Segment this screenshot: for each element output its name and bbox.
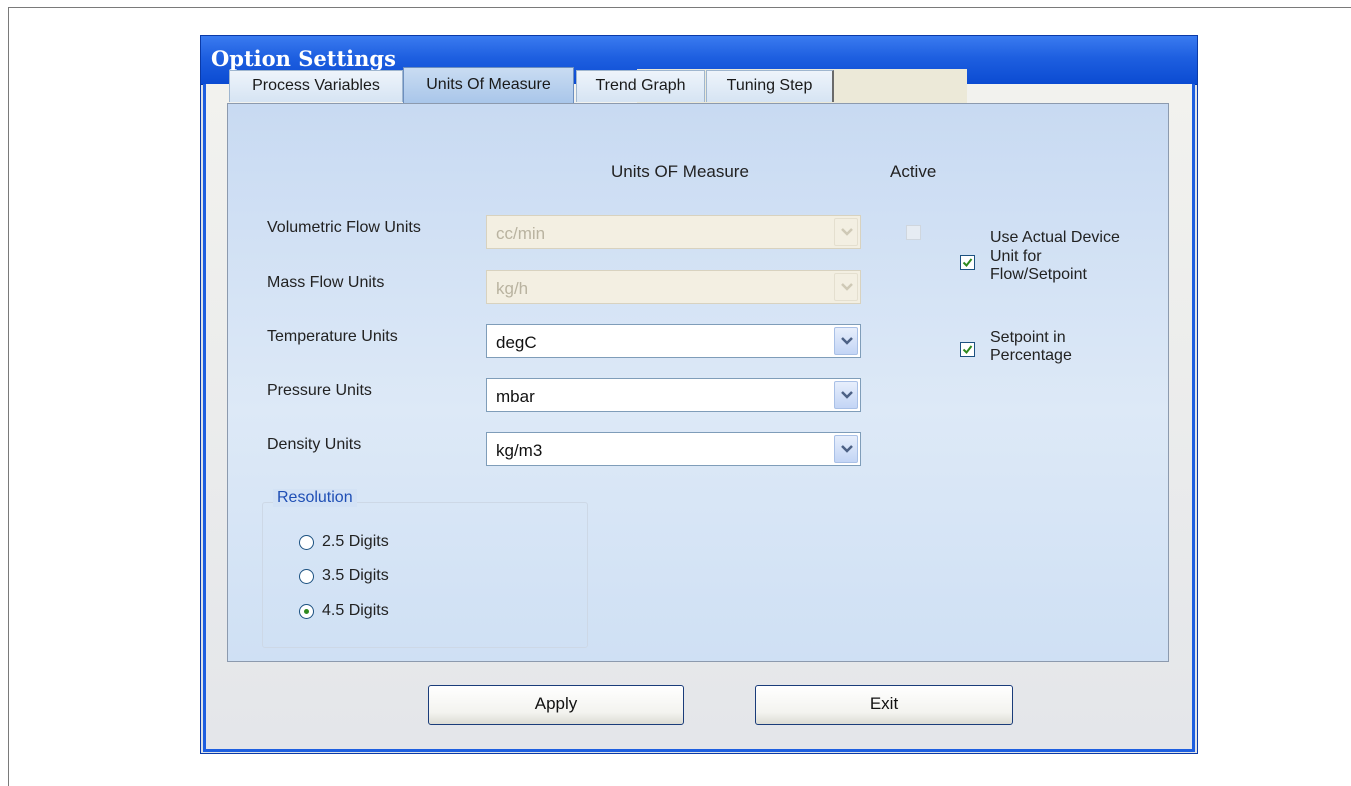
density-units-value: kg/m3 <box>496 441 543 460</box>
exit-button[interactable]: Exit <box>755 685 1013 725</box>
setpoint-in-percentage-checkbox[interactable] <box>960 342 975 357</box>
volumetric-flow-units-value: cc/min <box>496 224 546 243</box>
tab-units-of-measure[interactable]: Units Of Measure <box>403 67 574 103</box>
checkmark-icon <box>962 258 973 268</box>
use-actual-device-unit-label-line3: Flow/Setpoint <box>990 266 1087 283</box>
mass-flow-units-select: kg/h <box>486 270 861 304</box>
chevron-down-icon[interactable] <box>834 435 858 463</box>
temperature-units-label: Temperature Units <box>267 328 398 345</box>
mass-flow-units-value: kg/h <box>496 279 529 298</box>
radio-selected-dot <box>304 609 309 614</box>
use-actual-device-unit-checkbox[interactable] <box>960 255 975 270</box>
resolution-4-5-radio[interactable] <box>299 604 314 619</box>
tab-tuning-step[interactable]: Tuning Step <box>706 70 834 102</box>
setpoint-in-percentage-label-line1: Setpoint in <box>990 329 1066 346</box>
apply-button[interactable]: Apply <box>428 685 684 725</box>
mass-flow-units-label: Mass Flow Units <box>267 274 385 291</box>
temperature-units-value: degC <box>496 333 537 352</box>
units-column-header: Units OF Measure <box>611 162 749 181</box>
temperature-units-select[interactable]: degC <box>486 324 861 358</box>
pressure-units-label: Pressure Units <box>267 382 372 399</box>
use-actual-device-unit-label-line2: Unit for <box>990 248 1042 265</box>
pressure-units-select[interactable]: mbar <box>486 378 861 412</box>
pressure-units-value: mbar <box>496 387 535 406</box>
active-column-header: Active <box>890 162 937 181</box>
chevron-down-icon[interactable] <box>834 381 858 409</box>
volumetric-flow-active-checkbox <box>906 225 921 240</box>
resolution-3-5-radio[interactable] <box>299 569 314 584</box>
resolution-2-5-label: 2.5 Digits <box>322 533 389 550</box>
tab-process-variables[interactable]: Process Variables <box>229 70 403 102</box>
use-actual-device-unit-label-line1: Use Actual Device <box>990 229 1120 246</box>
density-units-select[interactable]: kg/m3 <box>486 432 861 466</box>
chevron-down-icon <box>834 218 858 246</box>
resolution-3-5-label: 3.5 Digits <box>322 567 389 584</box>
tab-trend-graph[interactable]: Trend Graph <box>576 70 705 102</box>
volumetric-flow-units-label: Volumetric Flow Units <box>267 219 421 236</box>
chevron-down-icon[interactable] <box>834 327 858 355</box>
volumetric-flow-units-select: cc/min <box>486 215 861 249</box>
resolution-4-5-label: 4.5 Digits <box>322 602 389 619</box>
window-title: Option Settings <box>211 46 396 71</box>
density-units-label: Density Units <box>267 436 362 453</box>
resolution-group-title: Resolution <box>273 489 357 507</box>
setpoint-in-percentage-label-line2: Percentage <box>990 347 1072 364</box>
resolution-2-5-radio[interactable] <box>299 535 314 550</box>
chevron-down-icon <box>834 273 858 301</box>
checkmark-icon <box>962 345 973 355</box>
